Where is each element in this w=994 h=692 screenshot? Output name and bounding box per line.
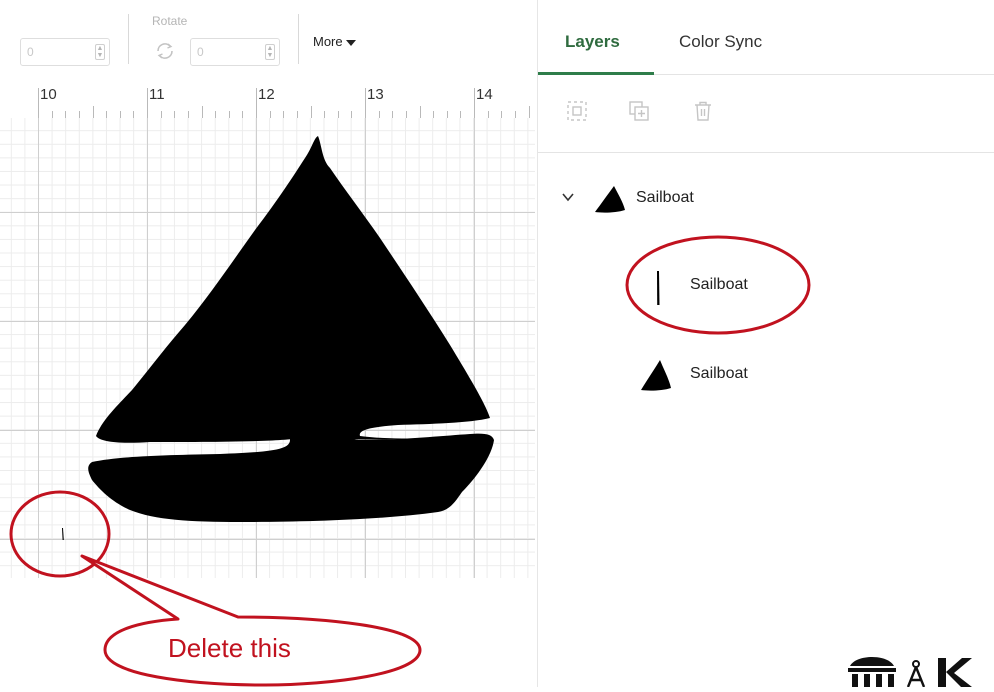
stray-line-shape[interactable] <box>62 528 64 540</box>
ruler-tick <box>174 111 176 118</box>
ruler-tick <box>65 111 67 118</box>
sail-triangle-icon <box>640 358 672 397</box>
top-toolbar: 0 ▲ ▼ Rotate 0 ▲ ▼ More <box>0 0 535 80</box>
ruler-tick <box>324 111 326 118</box>
rotate-value: 0 <box>197 45 204 59</box>
sail-triangle-icon <box>594 184 626 219</box>
toolbar-divider <box>298 14 299 64</box>
position-y-stepper[interactable]: 0 ▲ ▼ <box>20 38 110 66</box>
ruler-tick <box>528 106 530 118</box>
layers-panel: Layers Color Sync Sailboat Sailboat Sail… <box>537 0 994 687</box>
ruler-tick <box>106 111 108 118</box>
ruler-tick <box>487 111 489 118</box>
ruler-tick <box>514 111 516 118</box>
rotate-label: Rotate <box>152 14 188 28</box>
ruler-tick <box>78 111 80 118</box>
layer-group-sailboat[interactable]: Sailboat <box>554 178 974 218</box>
stepper-arrows-icon[interactable]: ▲ ▼ <box>95 44 105 60</box>
ruler-tick <box>187 111 189 118</box>
callout-text: Delete this <box>168 633 291 663</box>
ruler-tick <box>501 111 503 118</box>
ruler-number: 13 <box>367 86 384 103</box>
delete-icon[interactable] <box>692 100 714 122</box>
ruler-tick <box>446 111 448 118</box>
ruler-tick <box>460 111 462 118</box>
ruler-number: 11 <box>149 86 165 103</box>
ruler-tick <box>228 111 230 118</box>
duplicate-icon[interactable] <box>628 100 650 122</box>
active-tab-indicator <box>538 72 654 75</box>
stepper-arrows-icon[interactable]: ▲ ▼ <box>265 44 275 60</box>
ruler-tick <box>474 88 475 118</box>
sailboat-hull-shape[interactable] <box>88 433 494 522</box>
brand-logo <box>848 652 994 692</box>
ruler-tick <box>365 88 366 118</box>
ruler-tick <box>283 111 285 118</box>
ruler-tick <box>201 106 203 118</box>
rotate-stepper[interactable]: 0 ▲ ▼ <box>190 38 280 66</box>
ruler-tick <box>256 88 257 118</box>
ruler-number: 12 <box>258 86 275 103</box>
more-label: More <box>313 34 343 49</box>
ruler-tick <box>337 111 339 118</box>
ruler-tick <box>147 88 148 118</box>
ruler-tick <box>433 111 435 118</box>
ruler-tick <box>51 111 53 118</box>
position-y-value: 0 <box>27 45 34 59</box>
ruler-tick <box>215 111 217 118</box>
group-icon[interactable] <box>566 100 588 122</box>
ruler-tick <box>92 106 94 118</box>
rotate-icon <box>154 40 176 62</box>
tab-color-sync[interactable]: Color Sync <box>679 32 762 52</box>
layer-item-label: Sailboat <box>690 276 748 293</box>
ruler-tick <box>133 111 135 118</box>
layer-item-sailboat-shape[interactable]: Sailboat <box>628 355 968 395</box>
ruler-tick <box>351 111 353 118</box>
horizontal-ruler: 10 11 12 13 14 <box>0 80 535 119</box>
caret-down-icon <box>345 39 356 46</box>
toolbar-divider <box>128 14 129 64</box>
sailboat-sail-shape[interactable] <box>96 136 490 443</box>
ruler-tick <box>296 111 298 118</box>
ruler-tick <box>38 88 39 118</box>
ruler-tick <box>419 106 421 118</box>
canvas-artwork <box>62 136 494 540</box>
more-button[interactable]: More <box>313 34 356 49</box>
ruler-tick <box>378 111 380 118</box>
line-sliver-icon <box>654 270 662 311</box>
layer-group-label: Sailboat <box>636 189 694 206</box>
layer-item-sailboat-line[interactable]: Sailboat <box>628 266 968 306</box>
ruler-tick <box>119 111 121 118</box>
ruler-number: 10 <box>40 86 57 103</box>
tab-layers[interactable]: Layers <box>565 32 620 52</box>
chevron-down-icon[interactable] <box>561 190 575 204</box>
ruler-number: 14 <box>476 86 493 103</box>
ruler-tick <box>242 111 244 118</box>
ruler-tick <box>405 111 407 118</box>
ruler-tick <box>392 111 394 118</box>
ruler-tick <box>269 111 271 118</box>
layer-item-label: Sailboat <box>690 365 748 382</box>
ruler-tick <box>160 111 162 118</box>
ruler-tick <box>310 106 312 118</box>
tools-divider <box>538 152 994 153</box>
design-canvas[interactable] <box>0 118 535 578</box>
